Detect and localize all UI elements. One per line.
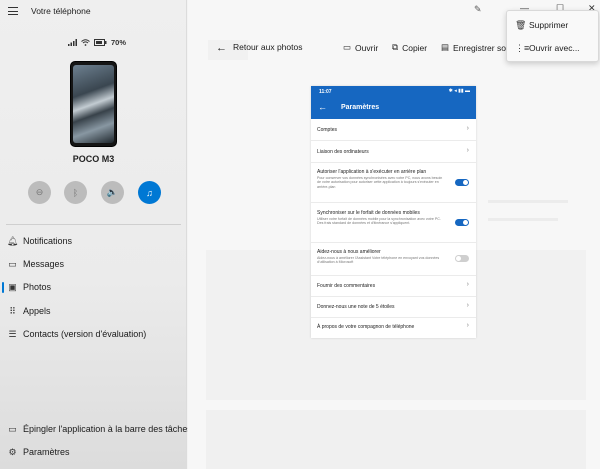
mobile-data-toggle <box>455 219 469 226</box>
pen-icon[interactable]: ✎ <box>474 4 482 15</box>
nav-settings[interactable]: ⚙ Paramètres <box>0 442 187 462</box>
title-bar: Votre téléphone <box>0 0 187 22</box>
settings-row: Aidez-nous à nous améliorer Aidez-nous à… <box>311 243 476 276</box>
phone-image <box>70 61 117 147</box>
hamburger-menu-icon[interactable] <box>8 7 18 15</box>
phone-back-icon: ← <box>318 102 327 112</box>
settings-row: Synchroniser sur le forfait de données m… <box>311 203 476 243</box>
speaker-icon: 🔈 <box>106 187 119 197</box>
settings-row-title: À propos de votre compagnon de téléphone <box>317 324 415 330</box>
nav-contacts-label: Contacts (version d'évaluation) <box>23 329 147 339</box>
bluetooth-icon: ᛒ <box>72 187 79 198</box>
battery-level: 70% <box>111 38 127 47</box>
background-content <box>206 410 586 469</box>
chevron-right-icon: › <box>466 125 469 132</box>
battery-icon <box>94 39 107 46</box>
settings-row-title: Autoriser l'application à s'exécuter en … <box>317 169 427 175</box>
settings-row: Donnez-nous une note de 5 étoiles › <box>311 297 476 318</box>
nav-contacts[interactable]: ☰ Contacts (version d'évaluation) <box>0 324 187 344</box>
phone-app-bar: ← Paramètres <box>311 97 476 119</box>
background-toggle <box>455 179 469 186</box>
open-with-menu-item[interactable]: ⋮≡ Ouvrir avec... <box>507 38 600 58</box>
context-menu: 🗑 Supprimer ⋮≡ Ouvrir avec... <box>506 10 599 62</box>
contacts-icon: ☰ <box>8 328 17 339</box>
back-to-photos-button[interactable]: Retour aux photos <box>233 42 302 52</box>
bell-icon: 🔔︎ <box>6 235 19 246</box>
chevron-right-icon: › <box>466 302 469 309</box>
trash-icon: 🗑 <box>515 19 527 30</box>
dialpad-icon: ⠿ <box>9 305 16 316</box>
message-icon: ▭ <box>8 258 17 269</box>
settings-row-title: Liaison des ordinateurs <box>317 149 369 155</box>
nav-messages[interactable]: ▭ Messages <box>0 254 187 274</box>
delete-label: Supprimer <box>529 20 569 30</box>
volume-button[interactable]: 🔈 <box>101 181 124 204</box>
open-with-icon: ⋮≡ <box>515 42 530 53</box>
sidebar: Votre téléphone 70% POCO M3 ⊖ ᛒ 🔈 ♫ 🔔︎ N… <box>0 0 192 469</box>
settings-row: Comptes › <box>311 119 476 141</box>
save-as-button[interactable]: ▤ Enregistrer sous <box>441 42 515 53</box>
phone-screenshot: 11:07 ✱ ◂ ▮▮ ▬ ← Paramètres Comptes › Li… <box>311 86 476 338</box>
copy-label: Copier <box>402 42 428 53</box>
settings-row-desc: Pour conserver vos données synchronisées… <box>317 176 443 189</box>
open-label: Ouvrir <box>355 42 379 53</box>
chevron-right-icon: › <box>466 322 469 329</box>
settings-row-title: Fournir des commentaires <box>317 283 376 289</box>
nav-messages-label: Messages <box>23 259 65 269</box>
save-icon: ▤ <box>441 42 450 52</box>
pin-to-taskbar-label: Épingler l'application à la barre des tâ… <box>23 424 192 434</box>
do-not-disturb-button[interactable]: ⊖ <box>28 181 51 204</box>
copy-icon: ⧉ <box>392 42 399 52</box>
signal-icon <box>68 39 77 46</box>
settings-row-title: Synchroniser sur le forfait de données m… <box>317 210 420 216</box>
nav-notifications[interactable]: 🔔︎ Notifications <box>0 231 187 251</box>
back-to-photos-label: Retour aux photos <box>233 42 303 52</box>
chevron-right-icon: › <box>466 281 469 288</box>
settings-row-title: Donnez-nous une note de 5 étoiles <box>317 304 395 310</box>
bluetooth-button[interactable]: ᛒ <box>64 181 87 204</box>
divider <box>6 224 181 225</box>
photos-icon: ▣ <box>8 281 17 292</box>
do-not-disturb-icon: ⊖ <box>35 187 44 197</box>
improve-toggle <box>455 255 469 262</box>
nav-notifications-label: Notifications <box>23 236 73 246</box>
phone-status: 70% <box>68 38 126 47</box>
phone-time: 11:07 <box>319 89 332 95</box>
pin-icon: ▭ <box>8 423 17 434</box>
photo-viewer: ✎ ← Retour aux photos ▭ Ouvrir ⧉ Copier ▤ E… <box>188 0 600 469</box>
device-name: POCO M3 <box>72 154 115 164</box>
settings-row-desc: Aidez-nous à améliorer l'Assistant Votre… <box>317 256 440 265</box>
open-with-label: Ouvrir avec... <box>529 43 580 53</box>
copy-button[interactable]: ⧉ Copier <box>392 42 427 53</box>
phone-status-icons: ✱ ◂ ▮▮ ▬ <box>448 88 470 94</box>
background-content <box>488 218 558 221</box>
phone-screen-title: Paramètres <box>341 104 380 111</box>
app-title: Votre téléphone <box>31 6 91 16</box>
delete-menu-item[interactable]: 🗑 Supprimer <box>507 15 600 35</box>
settings-row: À propos de votre compagnon de téléphone… <box>311 318 476 338</box>
phone-status-bar: 11:07 ✱ ◂ ▮▮ ▬ <box>311 86 476 97</box>
pin-to-taskbar[interactable]: ▭ Épingler l'application à la barre des … <box>0 419 192 439</box>
settings-row-title: Aidez-nous à nous améliorer <box>317 249 381 255</box>
settings-row: Liaison des ordinateurs › <box>311 141 476 163</box>
nav-photos-label: Photos <box>23 282 52 292</box>
gear-icon: ⚙ <box>8 446 17 457</box>
open-icon: ▭ <box>343 42 352 52</box>
back-arrow-icon[interactable]: ← <box>216 42 227 54</box>
settings-row: Fournir des commentaires › <box>311 276 476 297</box>
background-content <box>488 200 568 203</box>
chevron-right-icon: › <box>466 147 469 154</box>
music-button[interactable]: ♫ <box>138 181 161 204</box>
music-note-icon: ♫ <box>146 187 153 198</box>
open-button[interactable]: ▭ Ouvrir <box>343 42 378 53</box>
nav-calls[interactable]: ⠿ Appels <box>0 301 187 321</box>
nav-calls-label: Appels <box>23 306 51 316</box>
nav-settings-label: Paramètres <box>23 447 70 457</box>
settings-row: Autoriser l'application à s'exécuter en … <box>311 163 476 203</box>
wifi-icon <box>81 39 90 46</box>
settings-row-title: Comptes <box>317 127 338 133</box>
settings-row-desc: Utiliser votre forfait de données mobile… <box>317 217 441 226</box>
nav-photos[interactable]: ▣ Photos <box>0 277 187 297</box>
